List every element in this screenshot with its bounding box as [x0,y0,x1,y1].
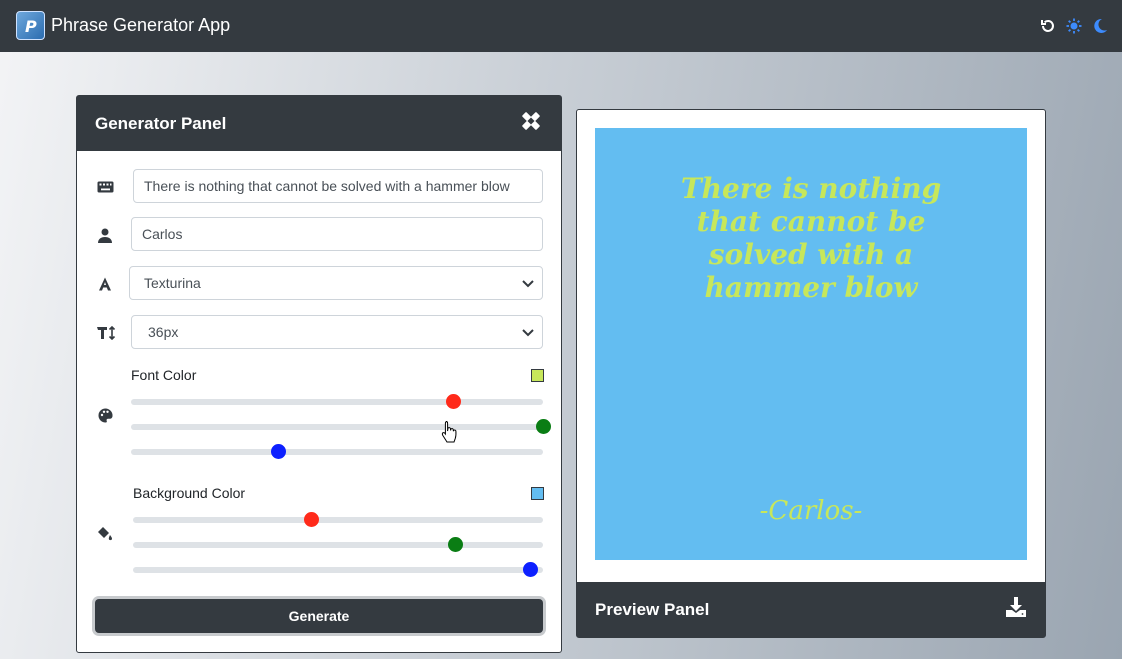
app-title: Phrase Generator App [51,15,231,35]
text-height-icon [96,324,116,342]
author-input-value: Carlos [142,226,183,242]
preview-author: -Carlos- [759,496,863,526]
font-green-slider[interactable] [131,419,551,434]
phrase-input-value: There is nothing that cannot be solved w… [144,178,510,194]
font-select-value: Texturina [144,275,201,291]
background-green-slider-thumb[interactable] [447,537,463,552]
font-icon [96,275,114,293]
app-logo-icon: P [16,11,45,40]
background-color-swatch [531,487,544,500]
svg-text:P: P [25,17,37,36]
font-color-swatch [531,369,544,382]
keyboard-icon [96,178,114,196]
background-blue-slider[interactable] [133,562,543,577]
chevron-down-icon [522,324,534,340]
font-green-slider-thumb[interactable] [536,419,551,434]
preview-panel-footer: Preview Panel [577,582,1045,637]
moon-icon[interactable] [1091,17,1108,34]
background-blue-slider-thumb[interactable] [523,562,539,577]
font-blue-slider-thumb[interactable] [271,444,287,459]
background-color-label: Background Color [133,485,246,501]
fill-bucket-icon [96,524,114,542]
font-blue-slider[interactable] [131,444,543,459]
generator-panel-title: Generator Panel [95,113,227,133]
font-color-label: Font Color [131,367,197,383]
background-red-slider[interactable] [133,512,543,527]
font-red-slider[interactable] [131,394,543,409]
preview-panel: There is nothing that cannot be solved w… [576,109,1046,638]
size-select-value: 36px [148,324,179,340]
user-icon [96,226,114,244]
design-tools-icon [519,109,543,138]
font-red-slider-thumb[interactable] [445,394,461,409]
generator-panel: Generator Panel There is nothing that ca… [76,95,562,653]
background-red-slider-thumb[interactable] [304,512,320,527]
hand-cursor-icon [441,420,459,449]
preview-panel-title: Preview Panel [595,599,710,619]
reset-icon[interactable] [1039,17,1056,34]
preview-quote: There is nothing that cannot be solved w… [680,172,942,304]
sun-icon[interactable] [1065,17,1082,34]
chevron-down-icon [522,275,534,291]
author-input[interactable]: Carlos [131,217,543,251]
download-icon[interactable] [1005,596,1027,623]
font-select[interactable]: Texturina [129,266,543,300]
size-select[interactable]: 36px [131,315,543,349]
generator-panel-header: Generator Panel [77,96,561,151]
palette-icon [96,406,114,424]
background-green-slider[interactable] [133,537,543,552]
navbar: P Phrase Generator App [0,0,1122,52]
generate-button[interactable]: Generate [95,599,543,633]
phrase-preview-image: There is nothing that cannot be solved w… [595,128,1027,560]
phrase-input[interactable]: There is nothing that cannot be solved w… [133,169,543,203]
